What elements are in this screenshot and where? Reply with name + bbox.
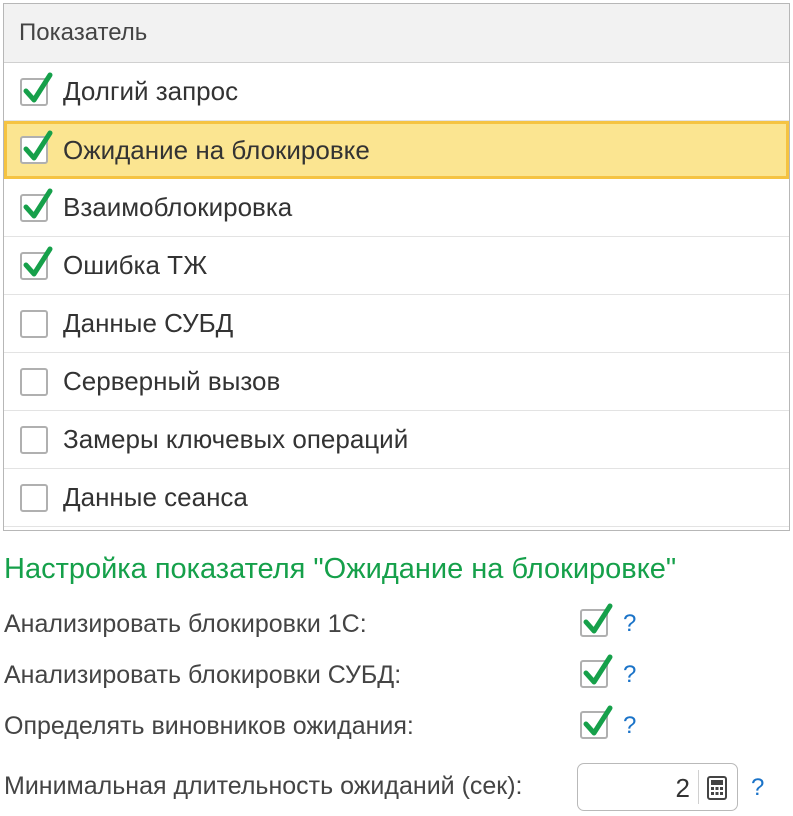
table-row[interactable]: Ошибка ТЖ xyxy=(4,237,789,295)
checkmark-icon xyxy=(583,603,613,634)
analyze-1c-locks-checkbox[interactable] xyxy=(580,603,613,637)
checkbox[interactable] xyxy=(20,72,53,106)
help-icon[interactable]: ? xyxy=(623,712,636,740)
checkbox[interactable] xyxy=(20,130,53,164)
table-row[interactable]: Взаимоблокировка xyxy=(4,179,789,237)
help-icon[interactable]: ? xyxy=(623,610,636,638)
column-header-indicator[interactable]: Показатель xyxy=(4,4,789,63)
help-icon[interactable]: ? xyxy=(751,774,764,802)
row-label: Данные сеанса xyxy=(63,482,248,512)
analyze-dbms-locks-label: Анализировать блокировки СУБД: xyxy=(4,661,402,689)
checkbox[interactable] xyxy=(20,425,48,454)
table-row[interactable]: Замеры ключевых операций xyxy=(4,411,789,469)
checkbox[interactable] xyxy=(20,483,48,512)
find-culprits-checkbox[interactable] xyxy=(580,705,613,739)
checkmark-icon xyxy=(23,246,53,276)
checkbox[interactable] xyxy=(20,188,53,222)
min-duration-value: 2 xyxy=(675,773,690,803)
analyze-1c-locks-label: Анализировать блокировки 1С: xyxy=(4,610,367,638)
row-label: Серверный вызов xyxy=(63,366,281,396)
min-duration-label: Минимальная длительность ожиданий (сек): xyxy=(4,772,523,800)
row-label: Ошибка ТЖ xyxy=(63,250,208,280)
row-label: Ожидание на блокировке xyxy=(63,134,370,165)
table-row[interactable]: Долгий запрос xyxy=(4,63,789,121)
checkmark-icon xyxy=(583,705,613,736)
row-label: Долгий запрос xyxy=(63,76,239,106)
checkmark-icon xyxy=(23,72,53,102)
checkmark-icon xyxy=(583,654,613,685)
checkmark-icon xyxy=(23,188,53,218)
checkbox[interactable] xyxy=(20,309,48,338)
settings-section-title: Настройка показателя "Ожидание на блокир… xyxy=(4,553,677,585)
table-row[interactable]: Данные СУБД xyxy=(4,295,789,353)
table-row[interactable]: Серверный вызов xyxy=(4,353,789,411)
min-duration-input[interactable]: 2 xyxy=(577,763,738,811)
checkbox[interactable] xyxy=(20,367,48,396)
calculator-icon[interactable] xyxy=(707,776,727,800)
analyze-dbms-locks-checkbox[interactable] xyxy=(580,654,613,688)
help-icon[interactable]: ? xyxy=(623,661,636,689)
checkbox[interactable] xyxy=(20,246,53,280)
column-header-label: Показатель xyxy=(19,19,148,46)
row-label: Данные СУБД xyxy=(63,308,234,338)
row-label: Замеры ключевых операций xyxy=(63,424,409,454)
checkmark-icon xyxy=(23,130,53,161)
table-row-selected[interactable]: Ожидание на блокировке xyxy=(4,121,789,179)
row-label: Взаимоблокировка xyxy=(63,192,293,222)
table-row[interactable]: Данные сеанса xyxy=(4,469,789,527)
field-divider xyxy=(698,770,699,804)
indicators-table: Показатель Долгий запрос Ожидание на бло… xyxy=(3,3,790,531)
find-culprits-label: Определять виновников ожидания: xyxy=(4,712,414,740)
